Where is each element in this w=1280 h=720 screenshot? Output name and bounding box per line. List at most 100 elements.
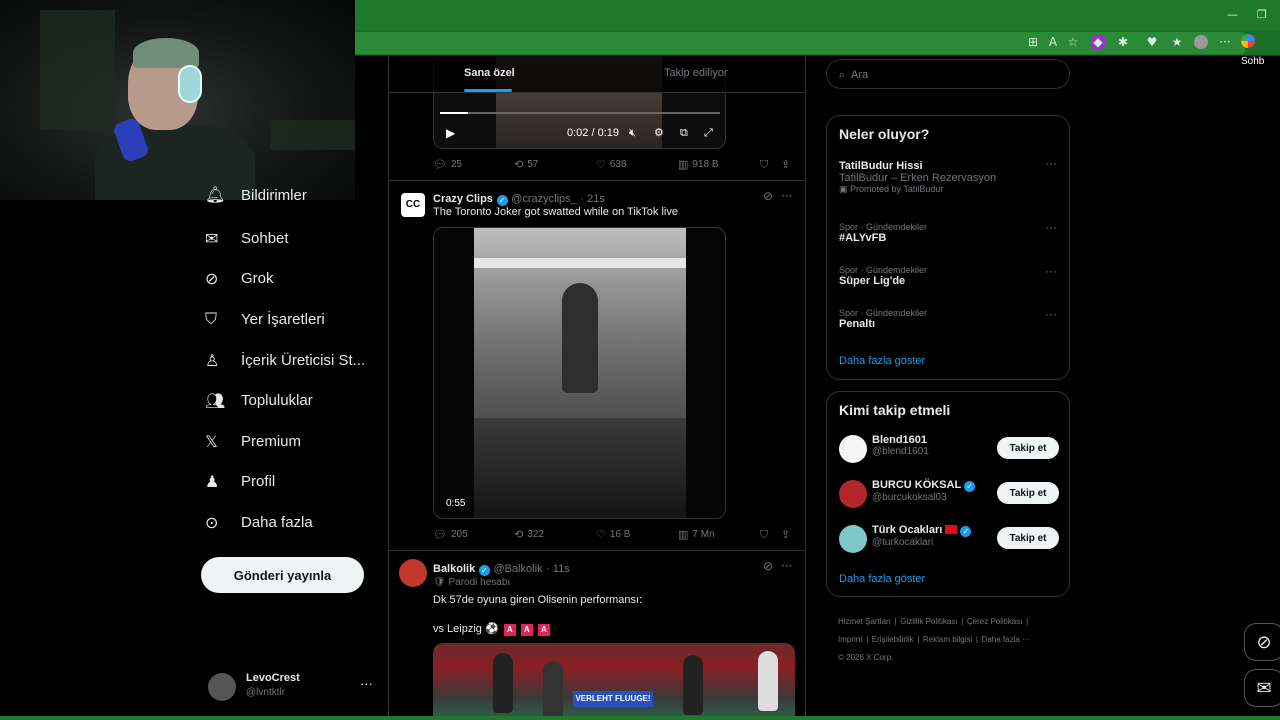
trend-item[interactable]: Spor · Gündemdekiler Penaltı [839, 308, 927, 330]
share-button[interactable]: ⇪ [781, 158, 790, 171]
tweet-more-icon[interactable]: ··· [781, 189, 792, 203]
copilot-button[interactable]: Sohb [1241, 32, 1280, 67]
bookmark-button[interactable]: ⛉ [760, 158, 768, 172]
verified-badge-icon: ✓ [960, 526, 972, 537]
wtf-user[interactable]: Türk Ocakları ✓ @turkocaklari [872, 524, 972, 548]
video-progress-track[interactable] [440, 112, 720, 114]
account-switcher[interactable]: LevoCrest @lvntktlr ··· [208, 668, 378, 702]
tweet2-actions: 💬︎ 205 ⟲ 322 ♡ 16 B ▥ 7 Mn ⛉ ⇪ [433, 528, 798, 544]
tweet3-handle[interactable]: @Balkolik [493, 563, 542, 575]
grok-explain-icon[interactable]: ⊘ [763, 559, 773, 573]
mute-icon[interactable]: 🔇︎ [629, 126, 636, 140]
sidebar-item-more[interactable]: ⊙ Daha fazla [205, 502, 313, 542]
avatar[interactable]: CC [401, 193, 425, 217]
tweet2-handle[interactable]: @crazyclips_ [511, 193, 577, 205]
tab-for-you[interactable]: Sana özel [464, 67, 515, 79]
post-button[interactable]: Gönderi yayınla [201, 557, 364, 593]
views-button[interactable]: ▥ 7 Mn [678, 528, 715, 541]
pip-icon[interactable]: ⧉ [680, 126, 688, 140]
performance-icon[interactable]: ♥ [1145, 35, 1159, 49]
sidebar-item-creator-studio[interactable]: ♙ İçerik Üreticisi St... [205, 340, 365, 380]
tweet2-author[interactable]: Crazy Clips [433, 193, 493, 205]
wtf-user[interactable]: BURCU KÖKSAL ✓ @burcukoksal03 [872, 479, 976, 503]
sidebar-item-communities[interactable]: 👥︎ Topluluklar [205, 380, 313, 420]
search-input[interactable]: ⌕ Ara [826, 59, 1070, 89]
tweet3-time[interactable]: · 11s [546, 563, 570, 575]
repost-button[interactable]: ⟲ 57 [514, 158, 538, 171]
footer-link[interactable]: Imprint [838, 635, 862, 644]
restore-button[interactable]: ❐ [1257, 8, 1267, 21]
grok-float-icon[interactable]: ⊘ [1244, 623, 1280, 661]
grok-explain-icon[interactable]: ⊘ [763, 189, 773, 203]
apps-icon[interactable]: ⊞ [1026, 35, 1040, 49]
trend-more-icon[interactable]: ··· [1045, 156, 1057, 170]
sidebar-item-notifications[interactable]: 🔔︎ Bildirimler [205, 180, 307, 204]
avatar[interactable] [399, 559, 427, 587]
footer-link[interactable]: Reklam bilgisi [923, 635, 972, 644]
reply-button[interactable]: 💬︎ 25 [433, 158, 462, 171]
heart-icon: ♡ [596, 158, 606, 171]
footer-link[interactable]: Hizmet Şartları [838, 617, 891, 626]
address-bar[interactable] [355, 32, 1245, 54]
more-menu-icon[interactable]: ··· [1218, 35, 1232, 49]
share-button[interactable]: ⇪ [781, 528, 790, 541]
follow-button[interactable]: Takip et [997, 482, 1059, 504]
settings-gear-icon[interactable]: ⚙ [654, 126, 664, 139]
sidebar-item-profile[interactable]: ♟ Profil [205, 461, 275, 501]
streamer-cap [133, 38, 199, 68]
reply-button[interactable]: 💬︎ 205 [433, 528, 468, 541]
profile-avatar-icon[interactable] [1194, 35, 1208, 49]
follow-button[interactable]: Takip et [997, 437, 1059, 459]
footer-link[interactable]: Daha fazla ··· [982, 635, 1030, 644]
avatar[interactable] [839, 480, 867, 508]
read-aloud-icon[interactable]: A [1046, 35, 1060, 49]
wtf-user[interactable]: Blend1601 @blend1601 [872, 434, 929, 457]
tweet3-author[interactable]: Balkolik [433, 563, 475, 575]
account-more-icon[interactable]: ··· [360, 676, 373, 691]
puzzle-icon[interactable]: ✱ [1116, 35, 1130, 49]
avatar[interactable] [839, 525, 867, 553]
sidebar-item-messages[interactable]: ✉ Sohbet [205, 218, 289, 258]
sidebar-item-bookmarks[interactable]: ⛉ Yer İşaretleri [205, 299, 325, 339]
minimize-button[interactable]: — [1227, 8, 1238, 21]
messages-float-icon[interactable]: ✉ [1244, 669, 1280, 707]
sidebar-item-premium[interactable]: 𝕏 Premium [205, 421, 301, 461]
follow-button[interactable]: Takip et [997, 527, 1059, 549]
trend-more-icon[interactable]: ··· [1045, 264, 1057, 278]
trend-item[interactable]: Spor · Gündemdekiler #ALYvFB [839, 222, 927, 244]
trend-item[interactable]: TatilBudur Hissi TatilBudur – Erken Reze… [839, 160, 1059, 195]
views-button[interactable]: ▥ 918 B [678, 158, 719, 171]
trend-more-icon[interactable]: ··· [1045, 307, 1057, 321]
soccer-ball-icon: ⚽ [484, 623, 499, 635]
repost-icon: ⟲ [514, 158, 524, 171]
tweet-more-icon[interactable]: ··· [781, 559, 792, 573]
like-button[interactable]: ♡ 16 B [596, 528, 630, 541]
repost-button[interactable]: ⟲ 322 [514, 528, 544, 541]
play-icon[interactable]: ▶ [446, 126, 455, 140]
communities-icon: 👥︎ [205, 390, 226, 410]
avatar[interactable] [839, 435, 867, 463]
trends-show-more-link[interactable]: Daha fazla göster [839, 355, 925, 367]
bookmark-button[interactable]: ⛉ [760, 528, 768, 542]
trend-more-icon[interactable]: ··· [1045, 220, 1057, 234]
headphone [178, 65, 202, 103]
favorite-star-icon[interactable]: ☆ [1066, 35, 1080, 49]
trend-item[interactable]: Spor · Gündemdekiler Süper Lig'de [839, 265, 927, 287]
footer-link[interactable]: Gizlilik Politikası [900, 617, 957, 626]
video-time: 0:02 / 0:19 [567, 127, 619, 139]
verified-badge-icon: ✓ [964, 481, 976, 492]
tab-following[interactable]: Takip ediliyor [664, 67, 728, 79]
footer-link[interactable]: Çerez Politikası [967, 617, 1023, 626]
tweet3-image[interactable]: VERLEHT FLUUGE! [433, 643, 795, 720]
footer-link[interactable]: Erişilebilirlik [872, 635, 914, 644]
wtf-show-more-link[interactable]: Daha fazla göster [839, 573, 925, 585]
tweet2-video[interactable]: 0:55 [433, 227, 726, 519]
search-icon: ⌕ [839, 68, 846, 81]
like-button[interactable]: ♡ 638 [596, 158, 627, 171]
tweet2-time[interactable]: · 21s [580, 193, 604, 205]
fullscreen-icon[interactable]: ⤢ [704, 126, 713, 140]
tweet3-header: Balkolik ✓ @Balkolik · 11s [433, 560, 570, 576]
extension-icon[interactable]: ◆ [1091, 35, 1105, 49]
sidebar-item-grok[interactable]: ⊘ Grok [205, 258, 274, 298]
favorites-icon[interactable]: ★ [1170, 35, 1184, 49]
